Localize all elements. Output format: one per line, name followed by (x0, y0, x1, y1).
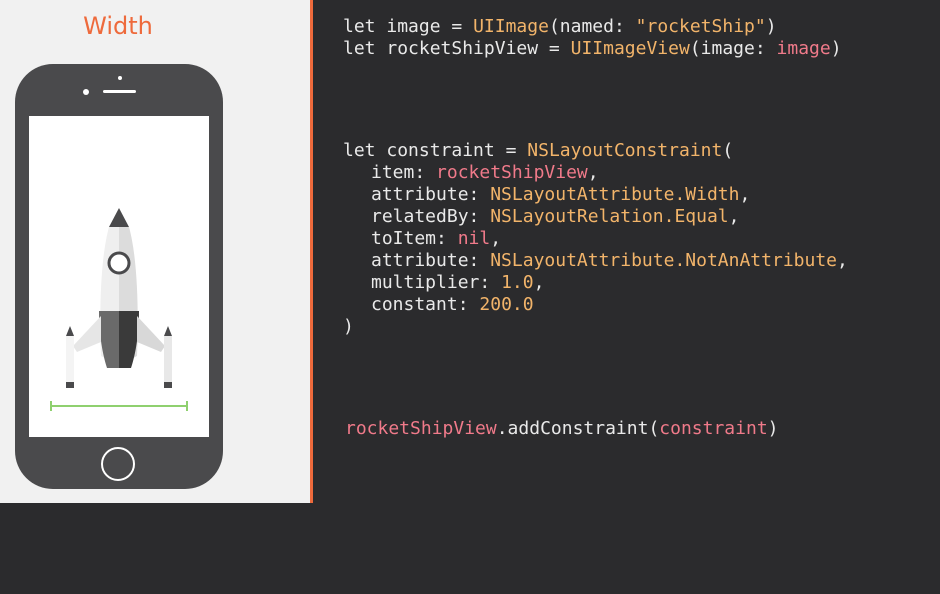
nil-literal: nil (457, 228, 491, 249)
code-line-related-by: relatedBy: NSLayoutRelation.Equal, (371, 206, 739, 228)
type-name: NSLayoutAttribute (490, 184, 675, 205)
phone-mic (118, 76, 122, 80)
keyword: let (343, 38, 376, 59)
comma: , (533, 272, 545, 293)
comma: , (739, 184, 751, 205)
variable: rocketShipView (345, 418, 497, 439)
identifier: constraint (386, 140, 495, 161)
param-label: attribute: (371, 184, 480, 205)
comma: , (728, 206, 740, 227)
param-label: toItem: (371, 228, 447, 249)
enum-member: .Width (674, 184, 740, 205)
rocket-icon (50, 208, 188, 411)
param-label: relatedBy: (371, 206, 480, 227)
param-label: item: (371, 162, 426, 183)
code-line-2: let rocketShipView = UIImageView(image: … (343, 38, 842, 60)
operator: = (451, 16, 463, 37)
paren: ( (548, 16, 560, 37)
number-literal: 1.0 (501, 272, 534, 293)
slide-title: Width (83, 12, 153, 40)
keyword: let (343, 140, 376, 161)
code-line-3: let constraint = NSLayoutConstraint( (343, 140, 733, 162)
identifier: rocketShipView (386, 38, 539, 59)
paren: ( (689, 38, 701, 59)
type-name: NSLayoutConstraint (527, 140, 723, 161)
param-label: attribute: (371, 250, 480, 271)
code-line-multiplier: multiplier: 1.0, (371, 272, 544, 294)
keyword: let (343, 16, 376, 37)
code-line-constant: constant: 200.0 (371, 294, 534, 316)
param-label: image: (700, 38, 766, 59)
identifier: image (386, 16, 441, 37)
code-line-attribute-1: attribute: NSLayoutAttribute.Width, (371, 184, 750, 206)
illustration-panel: Width (0, 0, 310, 503)
comma: , (837, 250, 848, 271)
paren: ) (830, 38, 842, 59)
code-line-1: let image = UIImage(named: "rocketShip") (343, 16, 777, 38)
variable: rocketShipView (436, 162, 588, 183)
comma: , (587, 162, 599, 183)
code-line-item: item: rocketShipView, (371, 162, 599, 184)
method-name: .addConstraint (496, 418, 649, 439)
paren: ( (648, 418, 660, 439)
phone-icon (15, 64, 223, 489)
home-button-icon (101, 447, 135, 481)
phone-camera (83, 89, 89, 95)
phone-screen (29, 116, 209, 437)
type-name: NSLayoutAttribute (490, 250, 675, 271)
operator: = (505, 140, 517, 161)
type-name: NSLayoutRelation (490, 206, 664, 227)
code-panel: let image = UIImage(named: "rocketShip")… (313, 0, 940, 503)
enum-member: .Equal (663, 206, 729, 227)
param-label: constant: (371, 294, 469, 315)
code-line-add-constraint: rocketShipView.addConstraint(constraint) (345, 418, 779, 440)
enum-member: .NotAnAttribute (674, 250, 838, 271)
code-line-close: ) (343, 316, 354, 338)
code-block: let image = UIImage(named: "rocketShip")… (313, 0, 940, 503)
code-line-to-item: toItem: nil, (371, 228, 501, 250)
paren: ) (765, 16, 777, 37)
operator: = (548, 38, 560, 59)
type-name: UIImageView (570, 38, 690, 59)
variable: image (776, 38, 831, 59)
paren: ) (767, 418, 779, 439)
phone-speaker (103, 90, 136, 93)
width-measure-line (50, 401, 188, 411)
code-line-attribute-2: attribute: NSLayoutAttribute.NotAnAttrib… (371, 250, 848, 272)
param-label: named: (559, 16, 625, 37)
comma: , (490, 228, 502, 249)
param-label: multiplier: (371, 272, 491, 293)
variable: constraint (659, 418, 768, 439)
string-literal: "rocketShip" (635, 16, 766, 37)
paren: ( (722, 140, 734, 161)
type-name: UIImage (473, 16, 549, 37)
number-literal: 200.0 (479, 294, 534, 315)
paren: ) (343, 316, 354, 337)
